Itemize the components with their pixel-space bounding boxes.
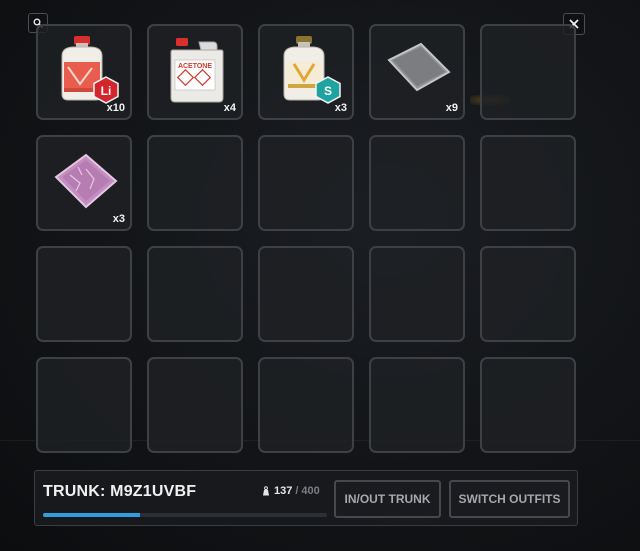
inventory-slot-empty[interactable] (480, 246, 576, 342)
item-quantity: x3 (112, 213, 125, 225)
inventory-slot[interactable]: Li x10 (36, 24, 132, 120)
inventory-slot-empty[interactable] (258, 357, 354, 453)
item-quantity: x3 (334, 102, 347, 114)
in-out-trunk-button[interactable]: IN/OUT TRUNK (334, 480, 441, 518)
inventory-slot-empty[interactable] (258, 135, 354, 231)
weight-icon (263, 486, 269, 496)
inventory-slot-empty[interactable] (147, 246, 243, 342)
svg-text:Li: Li (101, 84, 112, 98)
inventory-slot-empty[interactable] (369, 357, 465, 453)
inventory-slot-empty[interactable] (480, 135, 576, 231)
weight-current: 137 (274, 485, 293, 497)
trunk-footer: TRUNK: M9Z1UVBF 137 / 400 IN/OUT TRUNK S… (34, 470, 578, 526)
inventory-slot-empty[interactable] (369, 246, 465, 342)
weight-separator: / (295, 485, 299, 497)
svg-text:ACETONE: ACETONE (178, 63, 212, 70)
lithium-badge: Li (93, 76, 119, 104)
inventory-slot[interactable]: ACETONE x4 (147, 24, 243, 120)
inventory-slot-empty[interactable] (480, 24, 576, 120)
acetone-canister-icon: ACETONE (170, 38, 224, 103)
inventory-slot[interactable]: x9 (369, 24, 465, 120)
switch-outfits-button[interactable]: SWITCH OUTFITS (449, 480, 570, 518)
inventory-slot[interactable]: x3 (36, 135, 132, 231)
inventory-slot-empty[interactable] (480, 357, 576, 453)
inventory-slot-empty[interactable] (258, 246, 354, 342)
inventory-slot-empty[interactable] (36, 357, 132, 453)
item-quantity: x9 (445, 102, 458, 114)
inventory-slot-empty[interactable] (147, 135, 243, 231)
inventory-slot-empty[interactable] (369, 135, 465, 231)
inventory-grid: Li x10 ACETONE x4 S x3 x9 x3 (36, 24, 576, 453)
inventory-slot-empty[interactable] (147, 357, 243, 453)
metal-tray-icon (387, 42, 451, 92)
svg-text:S: S (324, 84, 332, 98)
weight-indicator: 137 / 400 (261, 485, 327, 497)
weight-max: 400 (301, 485, 320, 497)
sulfur-badge: S (315, 76, 341, 104)
item-quantity: x4 (223, 102, 236, 114)
trunk-title: TRUNK: M9Z1UVBF (43, 483, 197, 500)
item-quantity: x10 (106, 102, 125, 114)
weight-progress-bar (43, 513, 327, 517)
weight-progress-fill (43, 513, 141, 517)
inventory-slot-empty[interactable] (36, 246, 132, 342)
inventory-slot[interactable]: S x3 (258, 24, 354, 120)
pink-crystal-bag-icon (54, 153, 118, 209)
